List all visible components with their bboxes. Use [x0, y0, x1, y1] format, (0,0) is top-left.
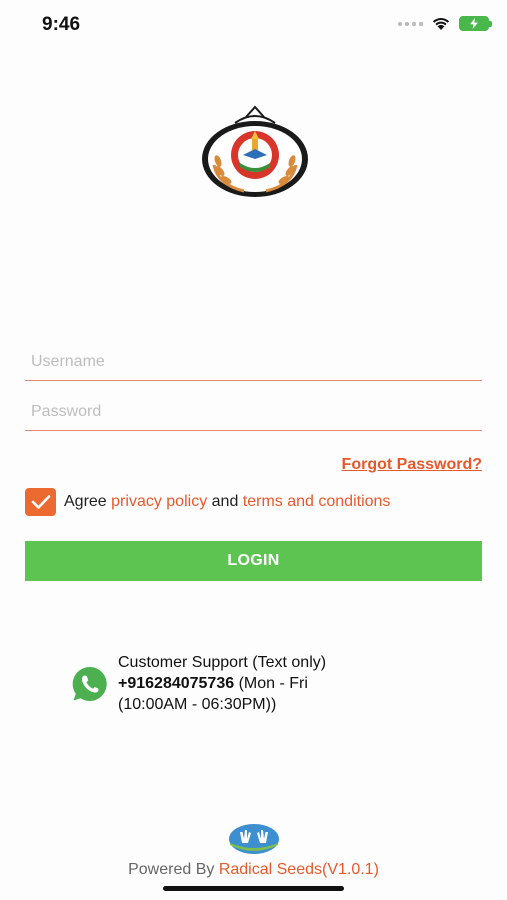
institution-logo [202, 105, 308, 197]
agree-text: Agree privacy policy and terms and condi… [64, 493, 390, 511]
password-input[interactable] [25, 401, 482, 431]
support-phone-line: +916284075736 (Mon - Fri [118, 673, 326, 694]
status-time: 9:46 [42, 14, 81, 35]
support-phone[interactable]: +916284075736 [118, 675, 234, 692]
checkmark-icon [31, 495, 50, 509]
agree-checkbox[interactable] [25, 488, 56, 516]
support-text: Customer Support (Text only) +9162840757… [118, 652, 326, 715]
radical-seeds-logo [229, 824, 279, 854]
terms-link[interactable]: terms and conditions [243, 493, 391, 510]
username-input[interactable] [25, 351, 482, 381]
support-hours-2: (10:00AM - 06:30PM)) [118, 696, 277, 713]
agree-and: and [211, 493, 239, 510]
status-bar: 9:46 [0, 0, 507, 52]
status-icons [398, 16, 492, 31]
powered-by-label: Powered By [128, 861, 215, 878]
powered-by: Powered By Radical Seeds(V1.0.1) [0, 861, 507, 879]
radical-seeds-link[interactable]: Radical Seeds(V1.0.1) [219, 861, 379, 878]
battery-charging-icon [459, 16, 492, 31]
support-title: Customer Support (Text only) [118, 654, 327, 671]
privacy-policy-link[interactable]: privacy policy [111, 493, 207, 510]
agree-prefix: Agree [64, 493, 107, 510]
home-indicator [163, 886, 344, 891]
login-button[interactable]: LOGIN [25, 541, 482, 581]
signal-dots-icon [398, 21, 423, 26]
customer-support: Customer Support (Text only) +9162840757… [70, 652, 326, 715]
wifi-icon [432, 17, 450, 30]
forgot-password-link[interactable]: Forgot Password? [342, 456, 482, 474]
agree-row: Agree privacy policy and terms and condi… [25, 488, 390, 516]
support-hours-1: (Mon - Fri [238, 675, 308, 692]
whatsapp-icon[interactable] [70, 664, 110, 704]
